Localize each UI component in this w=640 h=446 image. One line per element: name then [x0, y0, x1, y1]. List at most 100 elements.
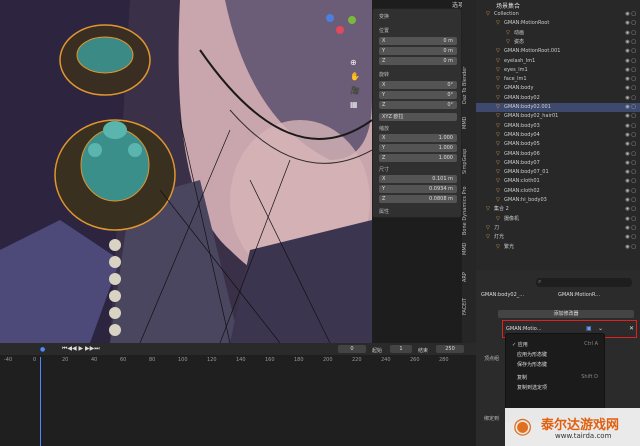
3d-viewport[interactable]: ⊕ ✋ 🎥 ▦ [0, 0, 372, 343]
outliner-item[interactable]: ▽ GMAN:body02.001 ◉ ▢ [476, 103, 640, 112]
pan-hand-icon[interactable]: ✋ [350, 72, 360, 81]
rotation-x-field[interactable]: X 0° [379, 81, 457, 89]
outliner-item[interactable]: ▽ 摄像机 ◉ ▢ [476, 215, 640, 224]
timeline-editor[interactable]: ● ⏮◀◀ ▶ ▶▶⏭ 0 起始 1 结束 250 -40 0 20 40 60 80 10… [0, 343, 476, 446]
outliner-item[interactable]: ▽ GMAN:cloth02 ◉ ▢ [476, 187, 640, 196]
outliner-item[interactable]: ▽ GMAN:body07 ◉ ▢ [476, 159, 640, 168]
keyframe-dot-icon[interactable]: ● [40, 346, 45, 353]
visibility-eye-icon[interactable]: ◉ ▢ [625, 122, 636, 131]
tab-simpgesp[interactable]: SimpGesp [462, 138, 476, 184]
camera-icon[interactable]: 🎥 [350, 86, 360, 95]
visibility-eye-icon[interactable]: ◉ ▢ [625, 159, 636, 168]
add-modifier-button[interactable]: 添加修改器 [498, 310, 634, 318]
outliner-item[interactable]: ▽ GMAN:body02 ◉ ▢ [476, 94, 640, 103]
outliner-item[interactable]: ▽ 灯光 ◉ ▢ [476, 233, 640, 242]
scale-x-field[interactable]: X 1.000 [379, 134, 457, 142]
outliner-item[interactable]: ▽ GMAN:body02_hair01 ◉ ▢ [476, 112, 640, 121]
visibility-eye-icon[interactable]: ◉ ▢ [625, 243, 636, 252]
outliner-item[interactable]: ▽ GMAN:MotionRoot.001 ◉ ▢ [476, 47, 640, 56]
visibility-eye-icon[interactable]: ◉ ▢ [625, 205, 636, 214]
visibility-eye-icon[interactable]: ◉ ▢ [625, 10, 636, 19]
visibility-eye-icon[interactable]: ◉ ▢ [625, 66, 636, 75]
tab-daz-to-blender[interactable]: Daz To Blender [462, 60, 476, 110]
outliner-item[interactable]: ▽ Collection ◉ ▢ [476, 10, 640, 19]
visibility-eye-icon[interactable]: ◉ ▢ [625, 38, 636, 47]
outliner-item[interactable]: ▽ GMAN:body07_01 ◉ ▢ [476, 168, 640, 177]
visibility-eye-icon[interactable]: ◉ ▢ [625, 196, 636, 205]
properties-heading[interactable]: 属性 [379, 208, 389, 215]
scale-y-field[interactable]: Y 1.000 [379, 144, 457, 152]
menu-apply-as-shape[interactable]: 应用为形态键 [512, 351, 600, 358]
visibility-eye-icon[interactable]: ◉ ▢ [625, 215, 636, 224]
grid-icon[interactable]: ▦ [350, 100, 358, 109]
visibility-eye-icon[interactable]: ◉ ▢ [625, 19, 636, 28]
outliner-item[interactable]: ▽ eyelash_lm1 ◉ ▢ [476, 57, 640, 66]
visibility-eye-icon[interactable]: ◉ ▢ [625, 84, 636, 93]
scale-z-field[interactable]: Z 1.000 [379, 154, 457, 162]
location-z-field[interactable]: Z0 m [379, 57, 457, 65]
menu-apply[interactable]: ✓ 应用 Ctrl A [512, 341, 600, 348]
visibility-eye-icon[interactable]: ◉ ▢ [625, 75, 636, 84]
tab-mmd[interactable]: MMD [462, 112, 476, 134]
outliner-item-label: eyelash_lm1 [504, 57, 536, 64]
close-icon[interactable]: ✕ [629, 325, 634, 332]
outliner-item[interactable]: ▽ eyes_lm1 ◉ ▢ [476, 66, 640, 75]
object-name[interactable]: GMAN:body02_... [481, 292, 524, 298]
outliner-item[interactable]: ▽ GMAN:body06 ◉ ▢ [476, 150, 640, 159]
camera-visibility-icon[interactable]: ▣ [586, 325, 592, 332]
end-frame-field[interactable]: 250 [436, 345, 464, 353]
rotation-mode-select[interactable]: XYZ 欧拉 [379, 113, 457, 121]
visibility-eye-icon[interactable]: ◉ ▢ [625, 140, 636, 149]
visibility-eye-icon[interactable]: ◉ ▢ [625, 112, 636, 121]
tab-mmd-2[interactable]: MMD [462, 240, 476, 258]
visibility-eye-icon[interactable]: ◉ ▢ [625, 177, 636, 186]
tab-arp[interactable]: ARP [462, 268, 476, 286]
tab-bone-dynamics[interactable]: Bone Dynamics Pro [462, 186, 476, 236]
outliner-item[interactable]: ▽ GMAN:hi_body03 ◉ ▢ [476, 196, 640, 205]
outliner-item[interactable]: ▽ GMAN:body03 ◉ ▢ [476, 122, 640, 131]
transform-heading[interactable]: 变换 [379, 13, 389, 20]
visibility-eye-icon[interactable]: ◉ ▢ [625, 187, 636, 196]
outliner-item[interactable]: ▽ face_lm1 ◉ ▢ [476, 75, 640, 84]
visibility-eye-icon[interactable]: ◉ ▢ [625, 47, 636, 56]
outliner-item[interactable]: ▽ GMAN:body ◉ ▢ [476, 84, 640, 93]
outliner-item[interactable]: ▽ 姿态 ◉ ▢ [476, 38, 640, 47]
visibility-eye-icon[interactable]: ◉ ▢ [625, 224, 636, 233]
modifier-target-name[interactable]: GMAN:MotionR... [558, 292, 600, 298]
menu-copy-to-selected[interactable]: 复制到选定项 [512, 384, 600, 391]
dimension-x-field[interactable]: X 0.101 m [379, 175, 457, 183]
dropdown-chevron-icon[interactable]: ⌄ [598, 325, 603, 332]
zoom-icon[interactable]: ⊕ [350, 58, 357, 67]
visibility-eye-icon[interactable]: ◉ ▢ [625, 103, 636, 112]
outliner-item[interactable]: ▽ 集合 2 ◉ ▢ [476, 205, 640, 214]
outliner-item[interactable]: ▽ GMAN:MotionRoot ◉ ▢ [476, 19, 640, 28]
location-x-field[interactable]: X0 m [379, 37, 457, 45]
menu-save-as-shape[interactable]: 保存为形态键 [512, 361, 600, 368]
rotation-y-field[interactable]: Y 0° [379, 91, 457, 99]
visibility-eye-icon[interactable]: ◉ ▢ [625, 94, 636, 103]
outliner-item[interactable]: ▽ GMAN:cloth01 ◉ ▢ [476, 177, 640, 186]
dimension-z-field[interactable]: Z 0.0808 m [379, 195, 457, 203]
playhead[interactable] [40, 357, 41, 446]
modifier-name[interactable]: GMAN:Motio... [506, 326, 542, 332]
rotation-z-field[interactable]: Z 0° [379, 101, 457, 109]
current-frame-field[interactable]: 0 [338, 345, 366, 353]
tab-faceit[interactable]: FACEIT [462, 292, 476, 322]
start-frame-field[interactable]: 1 [390, 345, 412, 353]
dimension-y-field[interactable]: Y 0.0934 m [379, 185, 457, 193]
outliner-item[interactable]: ▽ 繁光 ◉ ▢ [476, 243, 640, 252]
outliner-item[interactable]: ▽ 刀 ◉ ▢ [476, 224, 640, 233]
playback-controls-icon[interactable]: ⏮◀◀ ▶ ▶▶⏭ [62, 345, 100, 353]
outliner-item[interactable]: ▽ GMAN:body05 ◉ ▢ [476, 140, 640, 149]
visibility-eye-icon[interactable]: ◉ ▢ [625, 29, 636, 38]
visibility-eye-icon[interactable]: ◉ ▢ [625, 57, 636, 66]
visibility-eye-icon[interactable]: ◉ ▢ [625, 150, 636, 159]
outliner-item[interactable]: ▽ 动画 ◉ ▢ [476, 29, 640, 38]
visibility-eye-icon[interactable]: ◉ ▢ [625, 131, 636, 140]
visibility-eye-icon[interactable]: ◉ ▢ [625, 233, 636, 242]
menu-duplicate[interactable]: 复制 Shift D [512, 374, 600, 381]
search-input[interactable] [536, 278, 632, 287]
visibility-eye-icon[interactable]: ◉ ▢ [625, 168, 636, 177]
outliner-item[interactable]: ▽ GMAN:body04 ◉ ▢ [476, 131, 640, 140]
location-y-field[interactable]: Y0 m [379, 47, 457, 55]
